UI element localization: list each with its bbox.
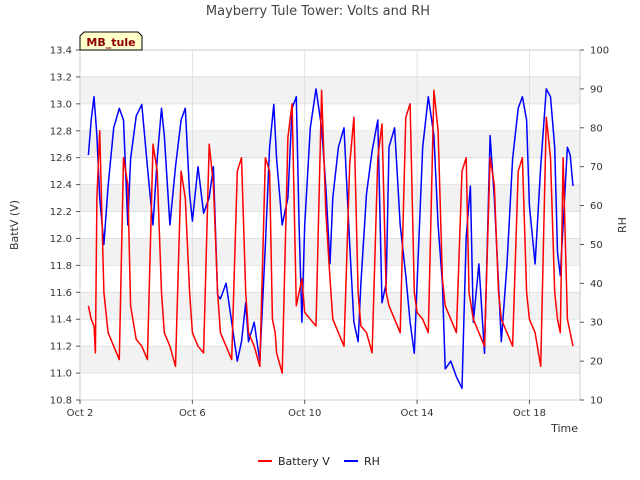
y-right-tick-label: 20 [590,357,603,368]
y-right-tick-label: 70 [590,162,603,173]
y-right-tick-label: 10 [590,396,603,407]
y-left-tick-label: 11.4 [50,315,72,326]
y-left-tick-label: 11.0 [50,369,72,380]
y-right-tick-label: 90 [590,84,603,95]
y-axis-left-title: BattV (V) [8,200,21,250]
y-left-tick-label: 12.4 [50,180,72,191]
x-tick-label: Oct 18 [513,408,546,419]
chart: Oct 2 Oct 6 Oct 10 Oct 14 Oct 18 10.8 11.0 11.… [0,0,640,480]
y-right-tick-label: 40 [590,279,603,290]
y-left-tick-label: 13.0 [50,99,72,110]
y-left-tick-label: 13.2 [50,72,72,83]
x-tick-label: Oct 14 [400,408,433,419]
y-right-tick-label: 100 [590,46,609,57]
y-left-tick-label: 12.6 [50,153,72,164]
y-left-tick-label: 12.2 [50,207,72,218]
y-left-tick-label: 13.4 [50,46,72,57]
y-right-tick-label: 80 [590,123,603,134]
legend-label-battery-v: Battery V [278,455,330,468]
y-right-tick-label: 60 [590,201,603,212]
x-tick-label: Oct 6 [179,408,206,419]
y-left-tick-label: 10.8 [50,396,72,407]
y-right-tick-label: 30 [590,318,603,329]
grid-band [80,346,580,374]
y-right-tick-label: 50 [590,240,603,251]
site-badge-label: MB_tule [86,36,135,49]
y-left-tick-label: 11.2 [50,342,72,353]
y-left-tick-label: 12.0 [50,234,72,245]
x-tick-label: Oct 2 [67,408,94,419]
y-left-tick-label: 11.6 [50,288,72,299]
y-axis-right-title: RH [616,217,629,233]
y-left-tick-label: 11.8 [50,261,72,272]
x-axis-title: Time [550,422,578,435]
site-badge: MB_tule [79,31,143,51]
grid-band [80,76,580,104]
chart-title: Mayberry Tule Tower: Volts and RH [206,4,430,19]
legend-label-rh: RH [364,455,380,468]
y-left-tick-label: 12.8 [50,126,72,137]
x-tick-label: Oct 10 [288,408,321,419]
